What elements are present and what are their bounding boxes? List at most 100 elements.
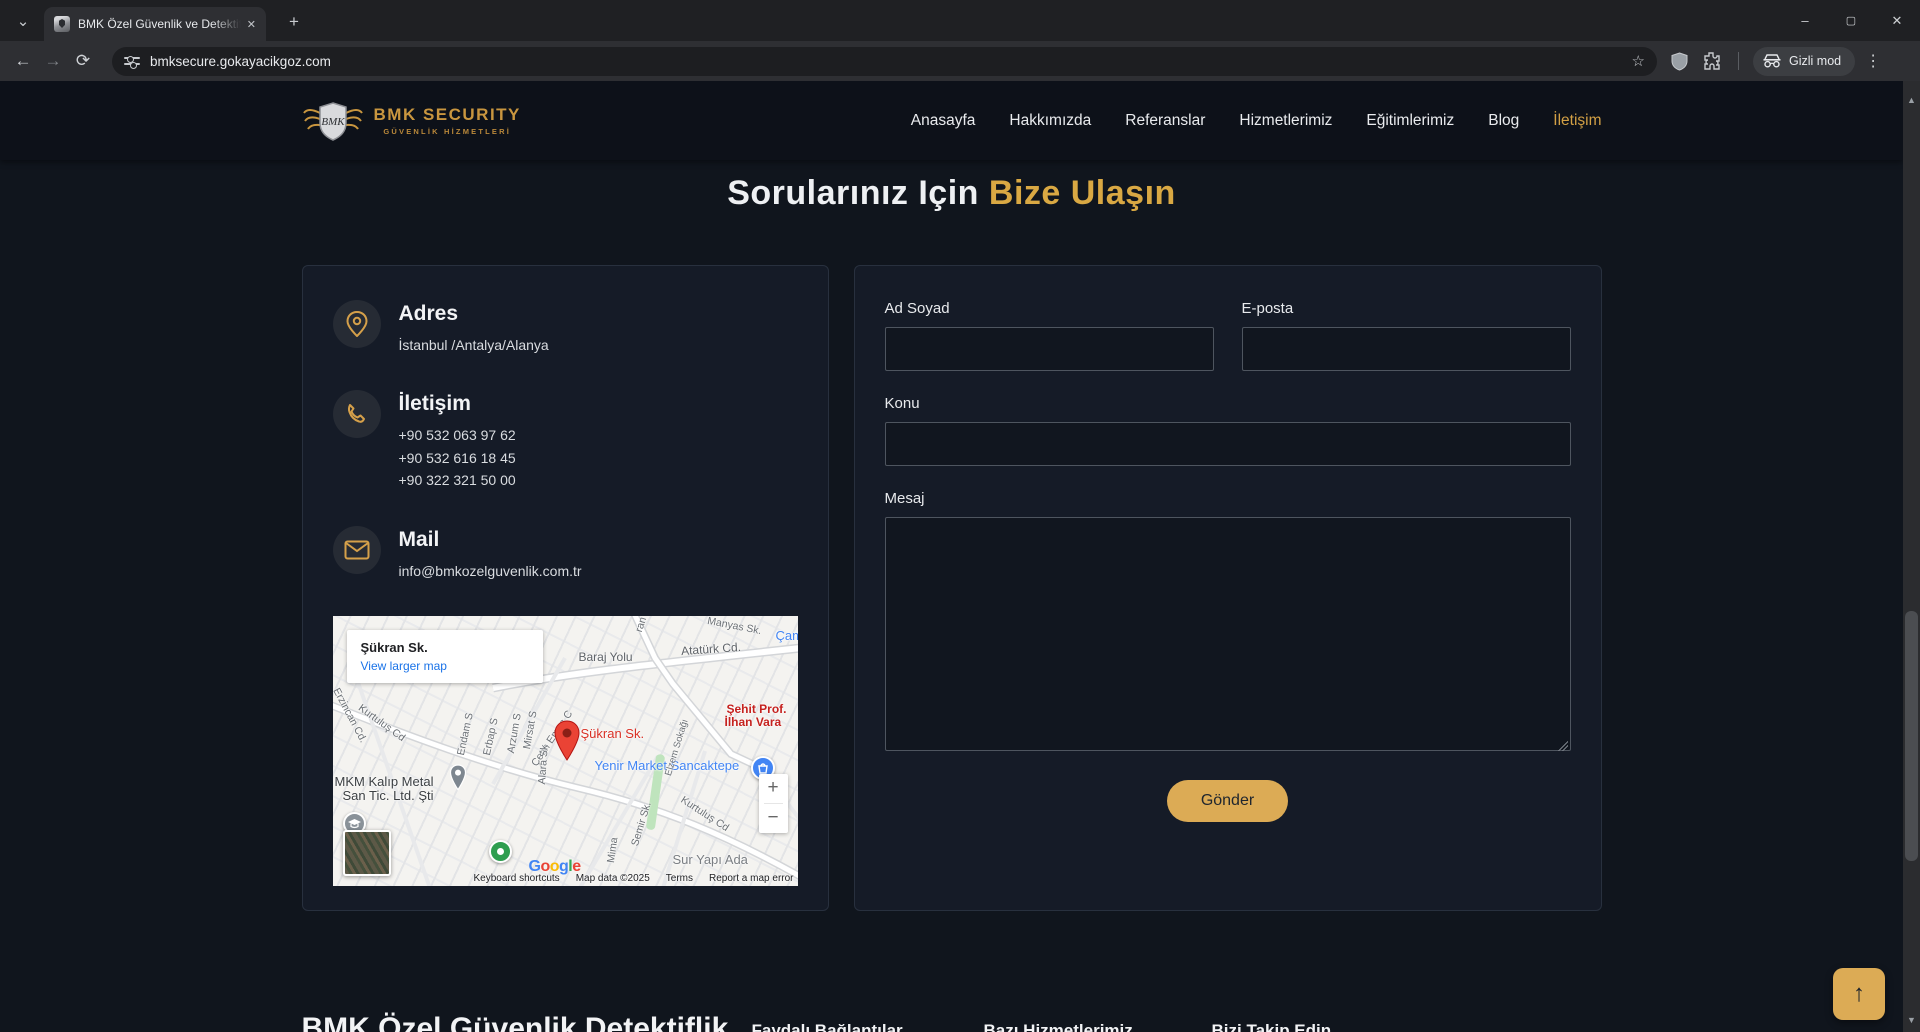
view-larger-map-link[interactable]: View larger map <box>361 659 529 673</box>
name-label: Ad Soyad <box>884 300 950 317</box>
bookmark-star-icon[interactable]: ☆ <box>1632 52 1645 70</box>
phone-block: İletişim +90 532 063 97 62 +90 532 616 1… <box>332 390 798 491</box>
site-logo[interactable]: BMK BMK SECURITY GÜVENLİK HİZMETLERİ <box>302 97 521 145</box>
browser-toolbar: ← → ⟳ bmksecure.gokayacikgoz.com ☆ Gizli… <box>0 41 1920 81</box>
map-info-card: Şükran Sk. View larger map <box>346 629 543 683</box>
footer-services-title: Bazı Hizmetlerimiz <box>983 1021 1133 1032</box>
map-poi-label: Sur Yapı Ada <box>672 851 748 867</box>
back-button[interactable]: ← <box>8 46 38 76</box>
map-red-pin-icon[interactable] <box>553 720 581 762</box>
map-poi-label: MKM Kalıp Metal <box>334 773 434 789</box>
nav-iletisim[interactable]: İletişim <box>1553 112 1601 130</box>
envelope-icon <box>332 525 381 574</box>
footer-brand-title: BMK Özel Güvenlik Detektiflik <box>301 1012 729 1032</box>
map-info-title: Şükran Sk. <box>360 639 428 655</box>
keyboard-shortcuts-link[interactable]: Keyboard shortcuts <box>474 873 560 884</box>
map-park-marker-icon[interactable] <box>488 839 512 863</box>
nav-hizmetlerimiz[interactable]: Hizmetlerimiz <box>1239 112 1332 130</box>
svg-text:BMK: BMK <box>321 116 345 128</box>
address-title: Adres <box>398 302 459 325</box>
contact-info-card: Adres İstanbul /Antalya/Alanya İletişim … <box>301 265 829 911</box>
forward-button[interactable]: → <box>38 46 68 76</box>
browser-menu-button[interactable]: ⋮ <box>1865 51 1881 71</box>
map-poi-label: Çam <box>775 627 798 643</box>
message-textarea[interactable] <box>884 517 1571 751</box>
window-controls: – ▢ ✕ <box>1782 0 1920 41</box>
shield-icon[interactable] <box>1671 51 1688 71</box>
phone-number: +90 532 063 97 62 <box>398 427 516 444</box>
mail-address: info@bmkozelguvenlik.com.tr <box>398 562 582 579</box>
reload-button[interactable]: ⟳ <box>68 46 98 76</box>
map-zoom-out-button[interactable]: − <box>759 804 788 833</box>
contact-form-card: Ad Soyad E-posta Konu Mesaj Gönder <box>853 265 1602 911</box>
tab-strip: ⌄ BMK Özel Güvenlik ve Detektifli ✕ + – … <box>0 0 1920 41</box>
message-label: Mesaj <box>884 490 925 507</box>
tab-favicon-icon <box>54 16 70 32</box>
nav-hakkimizda[interactable]: Hakkımızda <box>1009 112 1091 130</box>
site-header: BMK BMK SECURITY GÜVENLİK HİZMETLERİ Ana… <box>0 81 1903 160</box>
footer-links-title: Faydalı Bağlantılar <box>751 1021 903 1032</box>
map-pin-label: Şükran Sk. <box>580 725 645 741</box>
phone-number: +90 322 321 50 00 <box>398 472 516 489</box>
address-text: İstanbul /Antalya/Alanya <box>398 337 549 353</box>
toolbar-extensions <box>1671 51 1743 71</box>
map-gray-pin-icon[interactable] <box>449 764 467 791</box>
brand-name: BMK SECURITY <box>373 105 521 124</box>
incognito-badge: Gizli mod <box>1753 46 1856 76</box>
submit-button[interactable]: Gönder <box>1166 780 1289 822</box>
map-zoom-control: + − <box>758 773 788 833</box>
minimize-button[interactable]: – <box>1782 0 1828 41</box>
close-button[interactable]: ✕ <box>1874 0 1920 41</box>
page-content: BMK BMK SECURITY GÜVENLİK HİZMETLERİ Ana… <box>0 81 1903 1032</box>
new-tab-button[interactable]: + <box>282 10 306 34</box>
nav-anasayfa[interactable]: Anasayfa <box>911 112 976 130</box>
report-map-error-link[interactable]: Report a map error <box>709 873 793 884</box>
page-title: Sorularınız Için Bize Ulaşın <box>727 174 1176 212</box>
maximize-button[interactable]: ▢ <box>1828 0 1874 41</box>
email-label: E-posta <box>1241 300 1294 317</box>
map-zoom-in-button[interactable]: + <box>759 774 788 803</box>
tab-title: BMK Özel Güvenlik ve Detektifli <box>78 17 241 31</box>
browser-tab[interactable]: BMK Özel Güvenlik ve Detektifli ✕ <box>44 7 266 41</box>
tab-close-icon[interactable]: ✕ <box>247 18 256 31</box>
page-scrollbar[interactable]: ▲ ▼ <box>1903 81 1920 1032</box>
scrollbar-up-icon[interactable]: ▲ <box>1903 91 1920 108</box>
tab-search-button[interactable]: ⌄ <box>8 6 38 36</box>
toolbar-separator <box>1738 52 1739 70</box>
site-info-icon[interactable] <box>124 53 140 69</box>
map-satellite-toggle[interactable] <box>342 829 391 876</box>
subject-label: Konu <box>884 395 920 412</box>
address-block: Adres İstanbul /Antalya/Alanya <box>332 300 798 356</box>
scrollbar-down-icon[interactable]: ▼ <box>1903 1011 1920 1028</box>
map-data-label: Map data ©2025 <box>575 872 650 884</box>
incognito-icon <box>1763 54 1781 68</box>
brand-tagline: GÜVENLİK HİZMETLERİ <box>383 127 512 136</box>
google-map[interactable]: Manyas Sk. Çam Baraj Yolu Atatürk Cd. ra… <box>332 615 798 886</box>
back-to-top-button[interactable]: ↑ <box>1833 968 1885 1020</box>
scrollbar-thumb[interactable] <box>1905 611 1918 861</box>
terms-link[interactable]: Terms <box>666 873 693 884</box>
map-poi-label: İlhan Vara <box>724 714 782 729</box>
map-poi-label: San Tic. Ltd. Şti <box>342 787 434 803</box>
incognito-label: Gizli mod <box>1789 54 1842 68</box>
page-title-accent: Bize Ulaşın <box>988 174 1176 212</box>
bmk-emblem-icon: BMK <box>302 101 363 141</box>
footer-follow-title: Bizi Takip Edin <box>1211 1021 1332 1032</box>
map-street-label: Baraj Yolu <box>578 649 633 664</box>
nav-referanslar[interactable]: Referanslar <box>1125 112 1205 130</box>
phone-number: +90 532 616 18 45 <box>398 449 516 466</box>
textarea-resize-handle[interactable] <box>1557 741 1568 751</box>
extensions-puzzle-icon[interactable] <box>1702 52 1720 70</box>
nav-egitimlerimiz[interactable]: Eğitimlerimiz <box>1366 112 1454 130</box>
browser-window: ⌄ BMK Özel Güvenlik ve Detektifli ✕ + – … <box>0 0 1920 1032</box>
address-bar[interactable]: bmksecure.gokayacikgoz.com ☆ <box>112 46 1657 76</box>
mail-block: Mail info@bmkozelguvenlik.com.tr <box>332 525 798 582</box>
map-attribution: Keyboard shortcuts Map data ©2025 Terms … <box>474 873 794 884</box>
subject-input[interactable] <box>884 422 1571 466</box>
map-poi-label: Şehit Prof. <box>726 701 787 716</box>
name-input[interactable] <box>884 327 1214 371</box>
url-text[interactable]: bmksecure.gokayacikgoz.com <box>150 54 1632 69</box>
nav-blog[interactable]: Blog <box>1488 112 1519 130</box>
location-pin-icon <box>332 300 381 348</box>
email-input[interactable] <box>1241 327 1571 371</box>
